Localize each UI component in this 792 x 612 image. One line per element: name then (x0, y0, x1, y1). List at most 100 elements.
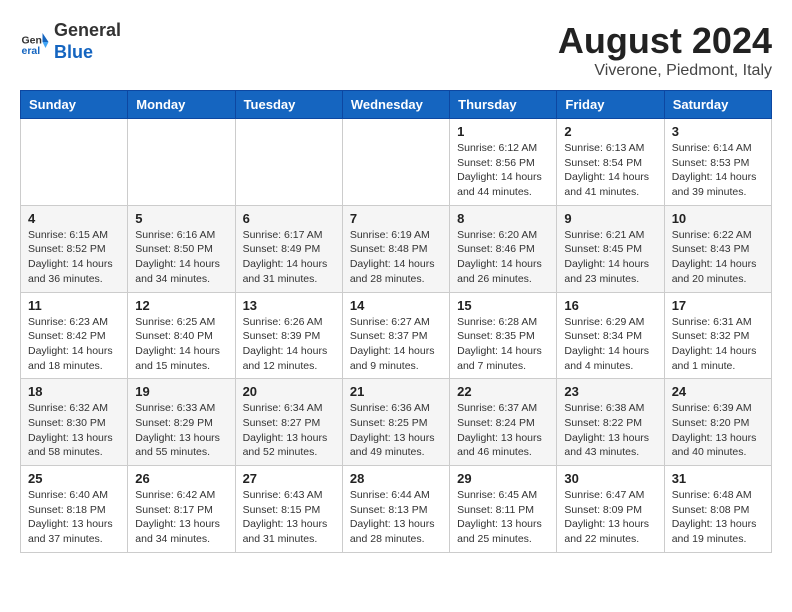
day-number: 30 (564, 471, 656, 486)
day-info: Sunrise: 6:36 AM Sunset: 8:25 PM Dayligh… (350, 401, 442, 460)
logo-icon: Gen eral (20, 27, 50, 57)
calendar-cell: 22Sunrise: 6:37 AM Sunset: 8:24 PM Dayli… (450, 379, 557, 466)
day-number: 3 (672, 124, 764, 139)
calendar-cell: 4Sunrise: 6:15 AM Sunset: 8:52 PM Daylig… (21, 205, 128, 292)
day-info: Sunrise: 6:27 AM Sunset: 8:37 PM Dayligh… (350, 315, 442, 374)
calendar-cell: 16 Sunrise: 6:29 AM Sunset: 8:34 PM Dayli… (557, 292, 664, 379)
calendar-cell: 29 Sunrise: 6:45 AM Sunset: 8:11 PM Dayli… (450, 466, 557, 553)
day-info: Sunrise: 6:48 AM Sunset: 8:08 PM Dayligh… (672, 488, 764, 547)
day-info: Sunrise: 6:43 AM Sunset: 8:15 PM Dayligh… (243, 488, 335, 547)
day-info: Sunrise: 6:42 AM Sunset: 8:17 PM Dayligh… (135, 488, 227, 547)
day-number: 28 (350, 471, 442, 486)
calendar-cell: 2 Sunrise: 6:13 AM Sunset: 8:54 PM Daylig… (557, 119, 664, 206)
weekday-header: Monday (128, 91, 235, 119)
calendar-cell (235, 119, 342, 206)
day-number: 18 (28, 384, 120, 399)
calendar-table: SundayMondayTuesdayWednesdayThursdayFrid… (20, 90, 772, 553)
calendar-cell: 23 Sunrise: 6:38 AM Sunset: 8:22 PM Dayli… (557, 379, 664, 466)
day-info: Sunrise: 6:13 AM Sunset: 8:54 PM Dayligh… (564, 141, 656, 200)
calendar-cell: 11 Sunrise: 6:23 AM Sunset: 8:42 PM Dayli… (21, 292, 128, 379)
weekday-header: Thursday (450, 91, 557, 119)
calendar-cell: 17Sunrise: 6:31 AM Sunset: 8:32 PM Dayli… (664, 292, 771, 379)
day-info: Sunrise: 6:25 AM Sunset: 8:40 PM Dayligh… (135, 315, 227, 374)
day-info: Sunrise: 6:45 AM Sunset: 8:11 PM Dayligh… (457, 488, 549, 547)
calendar-cell (21, 119, 128, 206)
day-info: Sunrise: 6:22 AM Sunset: 8:43 PM Dayligh… (672, 228, 764, 287)
calendar-body: 1Sunrise: 6:12 AM Sunset: 8:56 PM Daylig… (21, 119, 772, 553)
day-info: Sunrise: 6:23 AM Sunset: 8:42 PM Dayligh… (28, 315, 120, 374)
weekday-header: Saturday (664, 91, 771, 119)
calendar-cell: 14 Sunrise: 6:27 AM Sunset: 8:37 PM Dayli… (342, 292, 449, 379)
day-info: Sunrise: 6:39 AM Sunset: 8:20 PM Dayligh… (672, 401, 764, 460)
day-info: Sunrise: 6:15 AM Sunset: 8:52 PM Dayligh… (28, 228, 120, 287)
month-title: August 2024 (558, 20, 772, 62)
day-number: 2 (564, 124, 656, 139)
day-number: 23 (564, 384, 656, 399)
day-info: Sunrise: 6:28 AM Sunset: 8:35 PM Dayligh… (457, 315, 549, 374)
day-info: Sunrise: 6:19 AM Sunset: 8:48 PM Dayligh… (350, 228, 442, 287)
day-info: Sunrise: 6:47 AM Sunset: 8:09 PM Dayligh… (564, 488, 656, 547)
day-number: 10 (672, 211, 764, 226)
day-number: 21 (350, 384, 442, 399)
title-block: August 2024 Viverone, Piedmont, Italy (558, 20, 772, 80)
day-number: 16 (564, 298, 656, 313)
day-number: 19 (135, 384, 227, 399)
day-number: 24 (672, 384, 764, 399)
weekday-header: Wednesday (342, 91, 449, 119)
day-info: Sunrise: 6:44 AM Sunset: 8:13 PM Dayligh… (350, 488, 442, 547)
calendar-cell: 15 Sunrise: 6:28 AM Sunset: 8:35 PM Dayli… (450, 292, 557, 379)
day-number: 11 (28, 298, 120, 313)
day-number: 29 (457, 471, 549, 486)
calendar-cell: 8Sunrise: 6:20 AM Sunset: 8:46 PM Daylig… (450, 205, 557, 292)
calendar-cell: 31 Sunrise: 6:48 AM Sunset: 8:08 PM Dayli… (664, 466, 771, 553)
calendar-cell: 5 Sunrise: 6:16 AM Sunset: 8:50 PM Daylig… (128, 205, 235, 292)
day-info: Sunrise: 6:33 AM Sunset: 8:29 PM Dayligh… (135, 401, 227, 460)
day-number: 31 (672, 471, 764, 486)
day-number: 27 (243, 471, 335, 486)
day-number: 9 (564, 211, 656, 226)
calendar-week-row: 25 Sunrise: 6:40 AM Sunset: 8:18 PM Dayli… (21, 466, 772, 553)
day-info: Sunrise: 6:40 AM Sunset: 8:18 PM Dayligh… (28, 488, 120, 547)
calendar-cell (128, 119, 235, 206)
weekday-header: Sunday (21, 91, 128, 119)
day-info: Sunrise: 6:32 AM Sunset: 8:30 PM Dayligh… (28, 401, 120, 460)
location: Viverone, Piedmont, Italy (558, 62, 772, 80)
weekday-header: Friday (557, 91, 664, 119)
calendar-cell: 20Sunrise: 6:34 AM Sunset: 8:27 PM Dayli… (235, 379, 342, 466)
day-number: 8 (457, 211, 549, 226)
calendar-week-row: 18 Sunrise: 6:32 AM Sunset: 8:30 PM Dayli… (21, 379, 772, 466)
logo-text: General Blue (54, 20, 121, 63)
logo: Gen eral General Blue (20, 20, 121, 63)
day-number: 5 (135, 211, 227, 226)
day-number: 25 (28, 471, 120, 486)
day-number: 6 (243, 211, 335, 226)
svg-text:eral: eral (22, 45, 41, 57)
day-info: Sunrise: 6:17 AM Sunset: 8:49 PM Dayligh… (243, 228, 335, 287)
day-info: Sunrise: 6:16 AM Sunset: 8:50 PM Dayligh… (135, 228, 227, 287)
calendar-cell: 1Sunrise: 6:12 AM Sunset: 8:56 PM Daylig… (450, 119, 557, 206)
day-info: Sunrise: 6:31 AM Sunset: 8:32 PM Dayligh… (672, 315, 764, 374)
day-info: Sunrise: 6:21 AM Sunset: 8:45 PM Dayligh… (564, 228, 656, 287)
calendar-week-row: 4Sunrise: 6:15 AM Sunset: 8:52 PM Daylig… (21, 205, 772, 292)
weekday-row: SundayMondayTuesdayWednesdayThursdayFrid… (21, 91, 772, 119)
calendar-cell: 10 Sunrise: 6:22 AM Sunset: 8:43 PM Dayli… (664, 205, 771, 292)
day-info: Sunrise: 6:26 AM Sunset: 8:39 PM Dayligh… (243, 315, 335, 374)
calendar-cell: 26 Sunrise: 6:42 AM Sunset: 8:17 PM Dayli… (128, 466, 235, 553)
day-number: 26 (135, 471, 227, 486)
day-number: 14 (350, 298, 442, 313)
calendar-week-row: 11 Sunrise: 6:23 AM Sunset: 8:42 PM Dayli… (21, 292, 772, 379)
page-header: Gen eral General Blue August 2024 Vivero… (20, 20, 772, 80)
calendar-cell: 27 Sunrise: 6:43 AM Sunset: 8:15 PM Dayli… (235, 466, 342, 553)
calendar-cell: 21 Sunrise: 6:36 AM Sunset: 8:25 PM Dayli… (342, 379, 449, 466)
calendar-cell: 19 Sunrise: 6:33 AM Sunset: 8:29 PM Dayli… (128, 379, 235, 466)
day-info: Sunrise: 6:37 AM Sunset: 8:24 PM Dayligh… (457, 401, 549, 460)
calendar-cell: 3Sunrise: 6:14 AM Sunset: 8:53 PM Daylig… (664, 119, 771, 206)
day-number: 15 (457, 298, 549, 313)
calendar-cell: 24 Sunrise: 6:39 AM Sunset: 8:20 PM Dayli… (664, 379, 771, 466)
day-info: Sunrise: 6:34 AM Sunset: 8:27 PM Dayligh… (243, 401, 335, 460)
day-info: Sunrise: 6:29 AM Sunset: 8:34 PM Dayligh… (564, 315, 656, 374)
day-number: 1 (457, 124, 549, 139)
day-info: Sunrise: 6:38 AM Sunset: 8:22 PM Dayligh… (564, 401, 656, 460)
calendar-cell: 12Sunrise: 6:25 AM Sunset: 8:40 PM Dayli… (128, 292, 235, 379)
day-number: 7 (350, 211, 442, 226)
